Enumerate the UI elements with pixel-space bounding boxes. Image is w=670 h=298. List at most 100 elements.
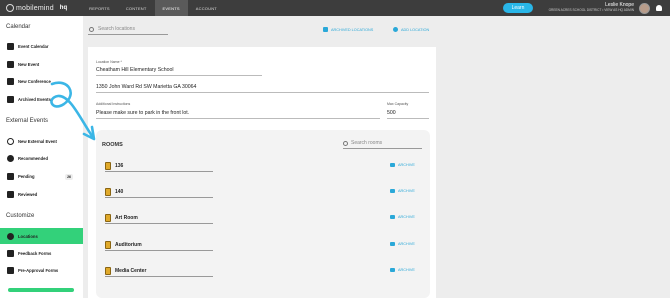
archive-label: ARCHIVE bbox=[398, 268, 415, 272]
check-circle-icon bbox=[7, 155, 14, 162]
tab-events[interactable]: EVENTS bbox=[154, 0, 188, 16]
instructions-field[interactable]: Please make sure to park in the front lo… bbox=[96, 110, 189, 116]
archive-icon bbox=[390, 242, 395, 246]
user-org: GREEN ACRES SCHOOL DISTRICT • VIEW AS HQ… bbox=[548, 8, 634, 12]
sidebar-item-reviewed[interactable]: Reviewed bbox=[0, 187, 83, 202]
calendar-icon bbox=[7, 43, 14, 50]
sidebar-item-label: Pre-Approval Forms bbox=[18, 268, 59, 273]
room-item[interactable]: 140 bbox=[105, 186, 213, 198]
pending-count-badge: 26 bbox=[65, 173, 73, 180]
location-search[interactable]: Search locations bbox=[88, 24, 168, 35]
archive-icon bbox=[7, 96, 14, 103]
logo-icon bbox=[6, 4, 14, 12]
rooms-search[interactable]: Search rooms bbox=[343, 138, 422, 149]
sidebar-heading-customize: Customize bbox=[6, 213, 35, 219]
sidebar-item-locations[interactable]: Locations bbox=[0, 228, 83, 244]
sidebar-heading-external-events: External Events bbox=[6, 118, 49, 124]
plus-circle-icon bbox=[7, 138, 14, 145]
door-icon bbox=[105, 213, 111, 222]
archive-icon bbox=[390, 268, 395, 272]
location-name-underline bbox=[96, 75, 262, 76]
door-icon bbox=[105, 187, 111, 196]
archive-label: ARCHIVE bbox=[398, 242, 415, 246]
sidebar-item-label: Pending bbox=[18, 174, 35, 179]
archive-room-button[interactable]: ARCHIVE bbox=[390, 163, 415, 167]
sidebar-item-label: Reviewed bbox=[18, 192, 38, 197]
tab-content[interactable]: CONTENT bbox=[118, 0, 155, 16]
archived-locations-link[interactable]: ARCHIVED LOCATIONS bbox=[323, 27, 373, 32]
logo[interactable]: mobilemind hq bbox=[6, 4, 67, 12]
sidebar-item-label: Event Calendar bbox=[18, 44, 49, 49]
sidebar-heading-calendar: Calendar bbox=[6, 24, 31, 30]
avatar[interactable] bbox=[639, 3, 650, 14]
sidebar-item-new-conference[interactable]: New Conference bbox=[0, 74, 83, 89]
door-icon bbox=[105, 161, 111, 170]
tab-account[interactable]: ACCOUNT bbox=[188, 0, 225, 16]
logo-suffix: hq bbox=[59, 5, 68, 11]
sidebar-item-event-calendar[interactable]: Event Calendar bbox=[0, 39, 83, 54]
address-field[interactable]: 1350 John Ward Rd SW Marietta GA 30064 bbox=[96, 84, 196, 90]
room-item[interactable]: Auditorium bbox=[105, 239, 213, 251]
instructions-underline bbox=[96, 118, 380, 119]
room-item[interactable]: Media Center bbox=[105, 265, 213, 277]
user-info[interactable]: Leslie Knope GREEN ACRES SCHOOL DISTRICT… bbox=[538, 2, 634, 13]
feedback-icon bbox=[7, 250, 14, 257]
notification-icon[interactable] bbox=[656, 5, 662, 11]
location-name-field[interactable]: Cheatham Hill Elementary School bbox=[96, 67, 174, 73]
capacity-field[interactable]: 500 bbox=[387, 110, 396, 116]
archive-icon bbox=[390, 189, 395, 193]
approval-icon bbox=[7, 267, 14, 274]
search-icon bbox=[343, 140, 348, 146]
sidebar-item-new-external-event[interactable]: New External Event bbox=[0, 134, 83, 149]
archive-room-button[interactable]: ARCHIVE bbox=[390, 242, 415, 246]
address-underline bbox=[96, 92, 429, 93]
instructions-label: Additional Instructions bbox=[96, 102, 131, 106]
rooms-title: ROOMS bbox=[102, 142, 123, 148]
room-name: Art Room bbox=[115, 214, 138, 221]
sidebar-item-archived-events[interactable]: Archived Events bbox=[0, 92, 83, 107]
sidebar-item-label: Recommended bbox=[18, 156, 49, 161]
sidebar-next-item[interactable] bbox=[8, 288, 74, 292]
door-icon bbox=[105, 266, 111, 275]
archive-icon bbox=[390, 163, 395, 167]
archive-label: ARCHIVE bbox=[398, 189, 415, 193]
sidebar-item-label: Archived Events bbox=[18, 97, 51, 102]
add-location-label: ADD LOCATION bbox=[401, 27, 430, 32]
sidebar-item-feedback-forms[interactable]: Feedback Forms bbox=[0, 246, 83, 261]
sidebar-item-label: New Event bbox=[18, 62, 40, 67]
archive-icon bbox=[390, 215, 395, 219]
sidebar-item-recommended[interactable]: Recommended bbox=[0, 151, 83, 166]
room-item[interactable]: 136 bbox=[105, 160, 213, 172]
add-location-link[interactable]: ADD LOCATION bbox=[393, 27, 429, 32]
capacity-underline bbox=[387, 118, 429, 119]
learn-button[interactable]: Learn bbox=[503, 3, 533, 13]
conference-icon bbox=[7, 78, 14, 85]
room-item[interactable]: Art Room bbox=[105, 212, 213, 224]
room-name: 140 bbox=[115, 188, 124, 195]
plus-icon bbox=[393, 27, 398, 32]
archived-locations-label: ARCHIVED LOCATIONS bbox=[331, 27, 374, 32]
tab-reports[interactable]: REPORTS bbox=[81, 0, 118, 16]
sidebar-item-pre-approval-forms[interactable]: Pre-Approval Forms bbox=[0, 263, 83, 278]
search-placeholder: Search locations bbox=[98, 26, 135, 32]
sidebar-item-label: Locations bbox=[18, 233, 38, 239]
location-name-label: Location Name * bbox=[96, 60, 122, 64]
sidebar-item-label: New Conference bbox=[18, 79, 51, 84]
location-pin-icon bbox=[7, 232, 14, 240]
archive-room-button[interactable]: ARCHIVE bbox=[390, 268, 415, 272]
room-name: Media Center bbox=[115, 267, 147, 274]
sidebar-item-pending[interactable]: Pending 26 bbox=[0, 169, 83, 184]
clipboard-icon bbox=[7, 173, 14, 180]
sidebar-item-label: New External Event bbox=[18, 139, 57, 144]
archive-icon bbox=[323, 27, 328, 32]
sidebar-item-label: Feedback Forms bbox=[18, 251, 52, 256]
door-icon bbox=[105, 240, 111, 249]
search-icon bbox=[89, 26, 94, 32]
archive-room-button[interactable]: ARCHIVE bbox=[390, 189, 415, 193]
sidebar-item-new-event[interactable]: New Event bbox=[0, 57, 83, 72]
archive-room-button[interactable]: ARCHIVE bbox=[390, 215, 415, 219]
logo-text: mobilemind bbox=[16, 4, 54, 12]
reviewed-icon bbox=[7, 191, 14, 198]
main-nav: REPORTS CONTENT EVENTS ACCOUNT bbox=[81, 0, 225, 16]
add-event-icon bbox=[7, 61, 14, 68]
